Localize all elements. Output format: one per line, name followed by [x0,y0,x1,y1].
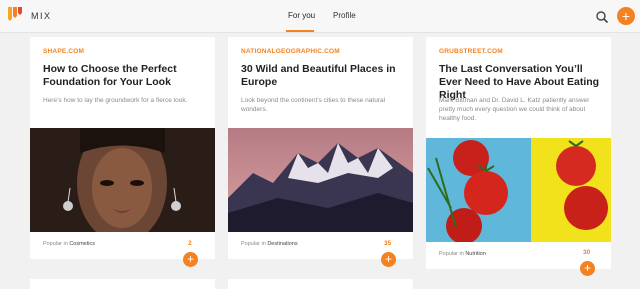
card-description: Here’s how to lay the groundwork for a f… [43,97,188,104]
next-row-card [228,279,413,289]
card-description: Look beyond the continent’s cities to th… [241,97,386,113]
add-to-collection-button[interactable]: + [580,261,595,276]
portrait-image [30,128,215,232]
popular-label: Popular in [241,241,266,247]
active-tab-indicator [286,30,314,32]
article-card[interactable]: NATIONALGEOGRAPHIC.COM 30 Wild and Beaut… [228,37,413,267]
card-image[interactable] [426,138,611,242]
mountain-image [228,128,413,232]
category-link[interactable]: Destinations [267,241,297,247]
article-card[interactable]: SHAPE.COM How to Choose the Perfect Foun… [30,37,215,267]
plus-icon: + [186,252,194,266]
category-link[interactable]: Cosmetics [69,241,95,247]
card-image[interactable] [30,128,215,232]
card-footer: Popular in Nutrition [439,251,486,257]
plus-icon: + [621,8,631,24]
search-icon[interactable] [595,10,609,24]
card-count: 35 [384,240,392,247]
card-title[interactable]: 30 Wild and Beautiful Places in Europe [241,63,406,89]
card-source[interactable]: GRUBSTREET.COM [439,48,503,55]
card-image[interactable] [228,128,413,232]
mix-logo-icon[interactable] [6,5,24,23]
add-to-collection-button[interactable]: + [381,252,396,267]
tab-profile[interactable]: Profile [333,11,356,20]
top-bar: MIX For you Profile + [0,0,640,33]
article-card[interactable]: GRUBSTREET.COM The Last Conversation You… [426,37,611,276]
card-source[interactable]: SHAPE.COM [43,48,84,55]
popular-label: Popular in [439,251,464,257]
category-link[interactable]: Nutrition [465,251,485,257]
card-title[interactable]: How to Choose the Perfect Foundation for… [43,63,208,89]
card-source[interactable]: NATIONALGEOGRAPHIC.COM [241,48,340,55]
brand-name: MIX [31,11,52,21]
card-footer: Popular in Cosmetics [43,241,95,247]
card-count: 30 [583,249,591,256]
next-row-card [30,279,215,289]
card-footer: Popular in Destinations [241,241,298,247]
card-count: 2 [188,240,192,247]
popular-label: Popular in [43,241,68,247]
card-description: Mark Bittman and Dr. David L. Katz patie… [439,97,590,122]
plus-icon: + [583,261,591,275]
tomato-image [426,138,611,242]
add-to-collection-button[interactable]: + [183,252,198,267]
plus-icon: + [384,252,392,266]
tab-for-you[interactable]: For you [288,11,315,20]
add-button[interactable]: + [617,7,635,25]
